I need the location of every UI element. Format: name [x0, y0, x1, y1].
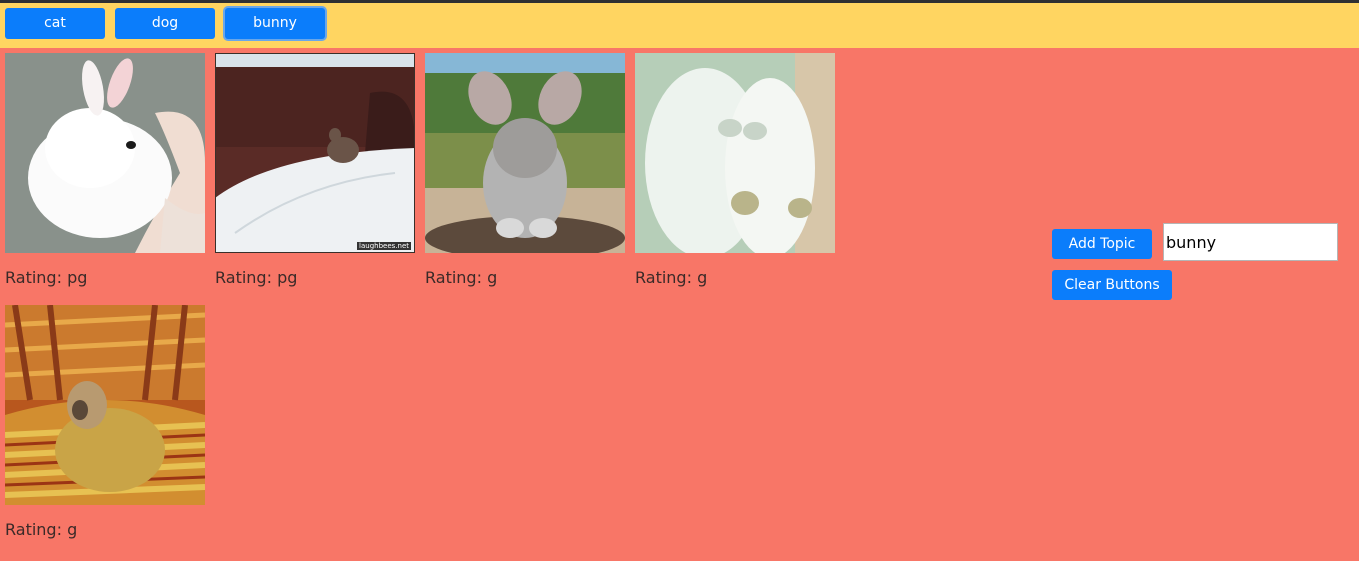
gif-image-bunny-on-bed[interactable]: laughbees.net [215, 53, 415, 253]
topic-button-bunny[interactable]: bunny [225, 8, 325, 39]
gif-card: Rating: pg [5, 53, 205, 293]
gif-rating: Rating: pg [215, 268, 298, 287]
topic-input[interactable] [1163, 223, 1338, 261]
topic-button-bar: cat dog bunny [0, 3, 1359, 48]
gif-card: Rating: g [5, 305, 205, 545]
gif-rating: Rating: g [635, 268, 708, 287]
gif-image-bunny-on-striped-cushion[interactable] [5, 305, 205, 505]
topic-button-dog[interactable]: dog [115, 8, 215, 39]
topic-button-cat[interactable]: cat [5, 8, 105, 39]
gif-card: Rating: g [425, 53, 625, 293]
gif-image-fluffy-grey-bunny[interactable] [425, 53, 625, 253]
clear-buttons-button[interactable]: Clear Buttons [1052, 270, 1172, 300]
add-topic-button[interactable]: Add Topic [1052, 229, 1152, 259]
gif-image-white-bunny-in-hand[interactable] [5, 53, 205, 253]
gif-watermark: laughbees.net [357, 242, 411, 250]
gif-card: Rating: g [635, 53, 835, 293]
gif-card: laughbees.net Rating: pg [215, 53, 415, 293]
gif-rating: Rating: g [425, 268, 498, 287]
gif-rating: Rating: g [5, 520, 78, 539]
gif-image-two-white-bunnies[interactable] [635, 53, 835, 253]
gif-rating: Rating: pg [5, 268, 88, 287]
